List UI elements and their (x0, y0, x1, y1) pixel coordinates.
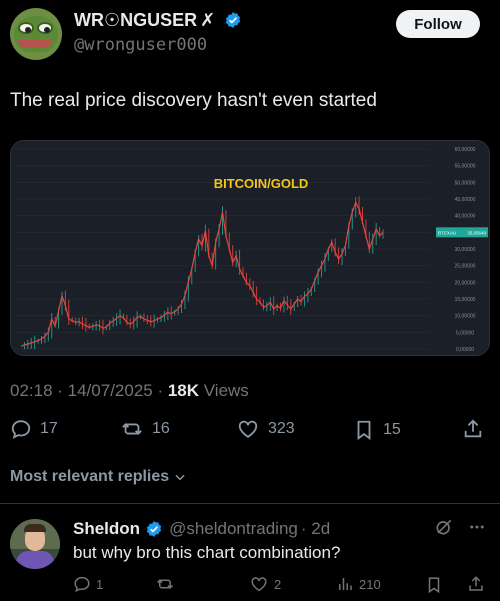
repost-action[interactable]: 16 (120, 418, 170, 440)
y-tick-label: 30,00000 (455, 247, 476, 253)
bookmark-icon (357, 420, 371, 441)
bitcoin-gold-chart: 60,00000 55,00000 50,00000 45,00000 40,00000… (11, 141, 489, 355)
frog-right-eye (37, 22, 53, 34)
reply-count: 17 (40, 420, 58, 437)
y-tick-label: 60,00000 (455, 147, 476, 153)
bookmark-count: 15 (383, 421, 401, 438)
like-count: 323 (268, 420, 295, 437)
reply-like-action[interactable]: 2 (249, 575, 281, 593)
follow-button[interactable]: Follow (396, 10, 480, 38)
reply-author[interactable]: Sheldon @sheldontrading · 2d (73, 519, 330, 539)
reply-reply-action[interactable]: 1 (73, 575, 103, 593)
reply-views-count: 210 (359, 576, 381, 592)
reply-action[interactable]: 17 (10, 418, 58, 440)
divider (0, 503, 500, 504)
bookmark-action[interactable]: 15 (353, 418, 401, 442)
reply-menu (434, 517, 486, 537)
tweet-meta: 02:18 · 14/07/2025 · 18K Views (10, 381, 249, 401)
tweet-timestamp[interactable]: 02:18 · 14/07/2025 · (10, 381, 168, 400)
tweet-chart-image[interactable]: 60,00000 55,00000 50,00000 45,00000 40,00000… (10, 140, 490, 356)
reply-author-handle: @sheldontrading (169, 519, 298, 538)
y-tick-label: 20,00000 (455, 280, 476, 286)
reply-actions: 1 2 210 (73, 575, 490, 597)
author-name-text: WR☉NGUSER (74, 10, 198, 30)
views-chart-icon (339, 578, 352, 590)
tweet-text: The real price discovery hasn't even sta… (10, 90, 377, 111)
y-tick-label: 25,00000 (455, 264, 476, 270)
price-tag-value: 35,05649 (467, 230, 486, 235)
frog-mouth (18, 40, 52, 48)
reply-icon (11, 420, 31, 439)
repost-count: 16 (152, 420, 170, 437)
reply-text: but why bro this chart combination? (73, 543, 341, 562)
reply-icon (74, 576, 90, 593)
like-action[interactable]: 323 (236, 418, 295, 440)
reply-bookmark-action[interactable] (425, 575, 443, 595)
reply-author-name: Sheldon (73, 519, 141, 538)
heart-icon (251, 577, 267, 592)
reply-views-action[interactable]: 210 (336, 575, 381, 593)
replies-sort-dropdown[interactable]: Most relevant replies (10, 468, 187, 486)
replies-sort-label: Most relevant replies (10, 468, 170, 485)
heart-icon (238, 420, 258, 438)
tweet-actions: 17 16 323 15 (10, 418, 490, 446)
frog-left-eye (18, 22, 34, 34)
reply-repost-action[interactable] (155, 575, 180, 593)
reply-share-action[interactable] (467, 575, 485, 593)
price-tag-symbol: BTCXAU (438, 230, 456, 235)
repost-icon (122, 423, 142, 435)
reply-age: · 2d (300, 519, 331, 538)
grok-icon[interactable] (434, 517, 454, 537)
author-avatar[interactable] (10, 8, 62, 60)
y-tick-label: 5,00000 (456, 330, 474, 336)
y-tick-label: 0,00000 (456, 347, 474, 353)
chart-title: BITCOIN/GOLD (214, 176, 309, 191)
reply-like-count: 2 (274, 576, 282, 592)
repost-icon (156, 579, 174, 589)
views-count: 18K (167, 381, 200, 400)
more-options-icon[interactable] (468, 518, 486, 536)
y-tick-label: 15,00000 (455, 297, 476, 303)
author-handle[interactable]: @wronguser000 (74, 35, 207, 55)
reply-tweet[interactable]: Sheldon @sheldontrading · 2d but why bro… (10, 515, 490, 601)
y-tick-label: 55,00000 (455, 164, 476, 170)
y-tick-label: 40,00000 (455, 214, 476, 220)
y-tick-label: 45,00000 (455, 197, 476, 203)
verified-badge-icon (146, 521, 162, 537)
share-action[interactable] (462, 418, 484, 440)
reply-reply-count: 1 (96, 576, 104, 592)
author-display-name[interactable]: WR☉NGUSER ✗ (74, 10, 242, 31)
reply-author-avatar[interactable] (10, 519, 60, 569)
author-name-mark: ✗ (200, 10, 216, 30)
views-label: Views (199, 381, 249, 400)
tweet-header: WR☉NGUSER ✗ @wronguser000 Follow (10, 4, 490, 60)
y-tick-label: 50,00000 (455, 180, 476, 186)
share-icon (469, 576, 483, 591)
verified-badge-icon (226, 12, 241, 28)
share-icon (464, 419, 482, 438)
bookmark-icon (428, 577, 440, 594)
chevron-down-icon (175, 474, 185, 481)
y-tick-label: 10,00000 (455, 314, 476, 320)
